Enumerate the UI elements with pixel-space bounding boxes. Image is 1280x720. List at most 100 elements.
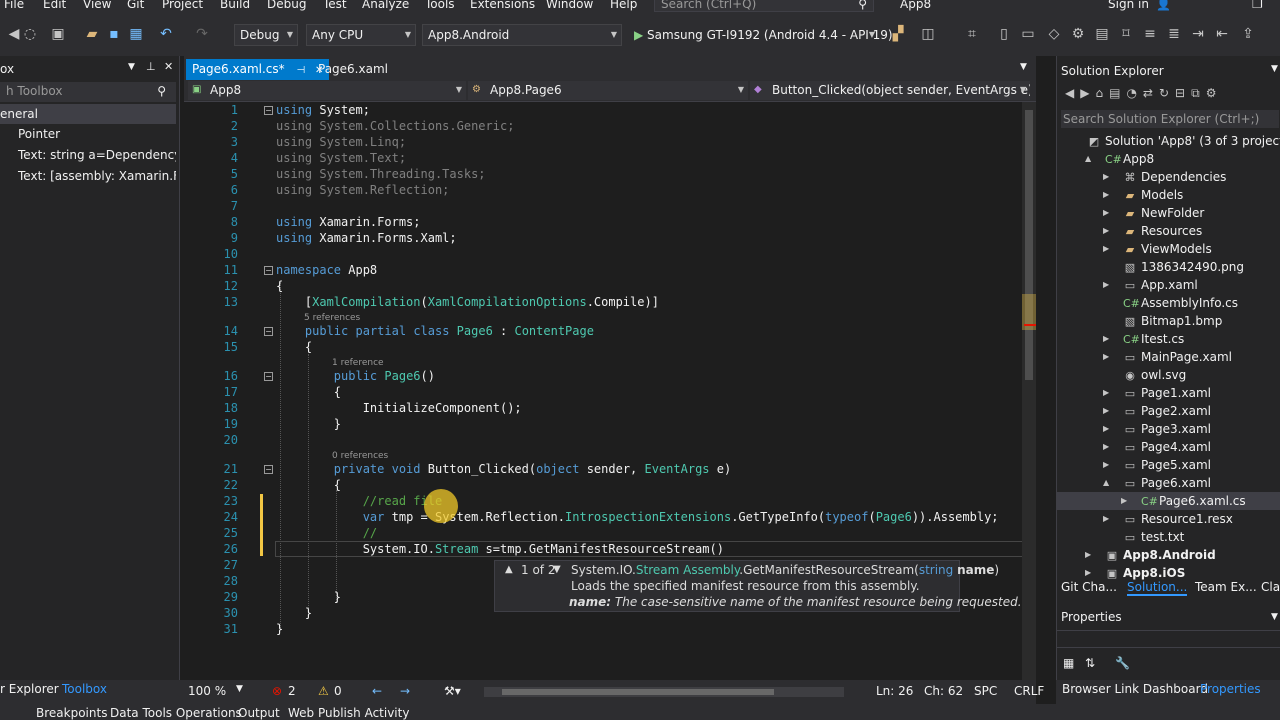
solution-tree-item[interactable]: ▶ ▭ Page1.xaml [1057,384,1280,402]
code-line[interactable]: } [276,621,283,637]
menu-view[interactable]: View [83,0,111,11]
solution-tree-item[interactable]: ▶ ▭ Resource1.resx [1057,510,1280,528]
sign-in-link[interactable]: Sign in [1108,0,1149,11]
outdent-icon[interactable]: ⇤ [1214,26,1230,42]
menu-debug[interactable]: Debug [267,0,306,11]
refresh-icon[interactable]: ↻ [1159,86,1175,100]
scrollbar-thumb[interactable] [1025,110,1033,380]
back-icon[interactable]: ◀ [6,26,22,42]
xaml-icon[interactable]: ◇ [1046,26,1062,42]
solution-tree-item[interactable]: ▶ ▰ NewFolder [1057,204,1280,222]
solution-tree-item[interactable]: ▶ ▭ Page4.xaml [1057,438,1280,456]
spacing-indicator[interactable]: SPC [974,684,997,698]
code-line[interactable]: var tmp = System.Reflection.Introspectio… [276,509,999,525]
type-dropdown[interactable]: ⚙ App8.Page6 ▼ [468,81,748,100]
toolbox-item[interactable]: Text: string a=Dependency... [0,145,176,165]
fold-icon[interactable]: − [264,266,273,275]
fold-icon[interactable]: − [264,106,273,115]
tab-output[interactable]: Output [238,706,280,720]
tab-solution-explorer[interactable]: Solution... [1127,580,1188,596]
menu-test[interactable]: Test [323,0,347,11]
forward-icon[interactable]: ▶ [1080,86,1095,100]
expand-arrow-icon[interactable]: ▶ [1103,222,1109,240]
solution-tree-item[interactable]: ▶ C#Itest.cs [1057,330,1280,348]
code-line[interactable]: { [276,477,341,493]
code-line[interactable]: using System.Text; [276,150,406,166]
browser-link-icon[interactable]: ◫ [920,26,936,42]
tab-overflow-icon[interactable]: ▼ [1020,62,1027,72]
fold-icon[interactable]: − [264,372,273,381]
history-icon[interactable]: ◔ [1126,86,1142,100]
panel-menu-icon[interactable]: ▼ [1271,64,1278,74]
startup-project-select[interactable]: App8.Android ▼ [422,24,622,46]
properties-icon[interactable]: ⚙ [1206,86,1223,100]
error-icon[interactable]: ⊗ [272,684,282,698]
code-line[interactable]: using System.Threading.Tasks; [276,166,486,182]
solution-tree-item[interactable]: ▶ ▭ Page3.xaml [1057,420,1280,438]
collapse-arrow-icon[interactable]: ▲ [1085,150,1091,168]
emulator-icon[interactable]: ▭ [1020,26,1036,42]
toolbox-item[interactable]: Text: [assembly: Xamarin.F... [0,166,176,186]
solution-tree-item[interactable]: ◩ Solution 'App8' (3 of 3 projects) [1057,132,1280,150]
solution-tree-item[interactable]: ▶ ⌘ Dependencies [1057,168,1280,186]
toolbox-search-input[interactable]: h Toolbox ⚲ [0,82,176,102]
code-line[interactable]: public partial class Page6 : ContentPage [276,323,594,339]
code-line[interactable]: { [276,278,283,294]
solution-tree-item[interactable]: ▶ ▭ MainPage.xaml [1057,348,1280,366]
solution-tree-item[interactable]: ▶ ▣ App8.Android [1057,546,1280,564]
tab-class-view[interactable]: Cla [1261,580,1280,594]
pin-icon[interactable]: ⊣ [296,65,305,76]
expand-arrow-icon[interactable]: ▶ [1103,186,1109,204]
solution-tree-item[interactable]: ▶ ▰ ViewModels [1057,240,1280,258]
code-line[interactable]: [XamlCompilation(XamlCompilationOptions.… [276,294,659,310]
close-icon[interactable]: ✕ [164,60,173,73]
tab-data-tools-operations[interactable]: Data Tools Operations [110,706,242,720]
code-line[interactable]: } [276,605,312,621]
tab-page6-xaml-cs[interactable]: Page6.xaml.cs* ⊣ ✕ [186,59,330,80]
zoom-level[interactable]: 100 % [188,684,226,698]
overload-up-icon[interactable]: ▲ [505,564,513,575]
sync-icon[interactable]: ⇄ [1143,86,1159,100]
open-folder-icon[interactable]: ▰ [84,26,100,42]
properties-object-select[interactable] [1057,630,1280,648]
panel-menu-icon[interactable]: ▼ [128,62,135,72]
solution-tree-item[interactable]: ▧ Bitmap1.bmp [1057,312,1280,330]
undo-icon[interactable]: ↶ [158,26,174,42]
back-icon[interactable]: ◀ [1065,86,1080,100]
expand-arrow-icon[interactable]: ▶ [1103,348,1109,366]
settings-icon[interactable]: ⚙ [1070,26,1086,42]
tab-page6-xaml[interactable]: Page6.xaml [312,59,394,80]
solution-tree-item[interactable]: ▶ ▰ Models [1057,186,1280,204]
toolbox-item[interactable]: Pointer [0,124,176,144]
redo-icon[interactable]: ↷ [194,26,210,42]
expand-arrow-icon[interactable]: ▶ [1085,546,1091,564]
copy-icon[interactable]: ⧉ [1191,86,1206,100]
menu-file[interactable]: File [4,0,24,11]
indent-icon[interactable]: ⇥ [1190,26,1206,42]
menu-edit[interactable]: Edit [43,0,66,11]
code-line[interactable]: InitializeComponent(); [276,400,522,416]
platform-select[interactable]: Any CPU ▼ [306,24,416,46]
menu-git[interactable]: Git [127,0,144,11]
save-all-icon[interactable]: ▦ [128,26,144,42]
collapse-icon[interactable]: ⊟ [1175,86,1191,100]
solution-search-input[interactable]: Search Solution Explorer (Ctrl+;) [1061,110,1279,128]
toolbox-group-general[interactable]: eneral [0,104,176,124]
overload-down-icon[interactable]: ▼ [553,564,561,575]
collapse-arrow-icon[interactable]: ▲ [1103,474,1109,492]
expand-arrow-icon[interactable]: ▶ [1103,204,1109,222]
fold-icon[interactable]: − [264,465,273,474]
code-line[interactable]: { [276,384,341,400]
tab-browser-link-dashboard[interactable]: Browser Link Dashboard [1062,682,1208,696]
chevron-down-icon[interactable]: ▼ [236,684,243,694]
expand-arrow-icon[interactable]: ▶ [1103,330,1109,348]
run-button[interactable]: ▶ Samsung GT-I9192 (Android 4.4 - API 19… [628,24,893,46]
code-line[interactable]: using System.Reflection; [276,182,449,198]
eol-indicator[interactable]: CRLF [1014,684,1044,698]
search-input[interactable]: Search (Ctrl+Q) ⚲ [654,0,874,12]
expand-arrow-icon[interactable]: ▶ [1103,420,1109,438]
expand-arrow-icon[interactable]: ▶ [1121,492,1127,510]
wrench-icon[interactable]: 🔧 [1115,656,1130,670]
comment-icon[interactable]: ≡ [1142,26,1158,42]
restore-window-icon[interactable]: ❐ [1252,0,1263,11]
